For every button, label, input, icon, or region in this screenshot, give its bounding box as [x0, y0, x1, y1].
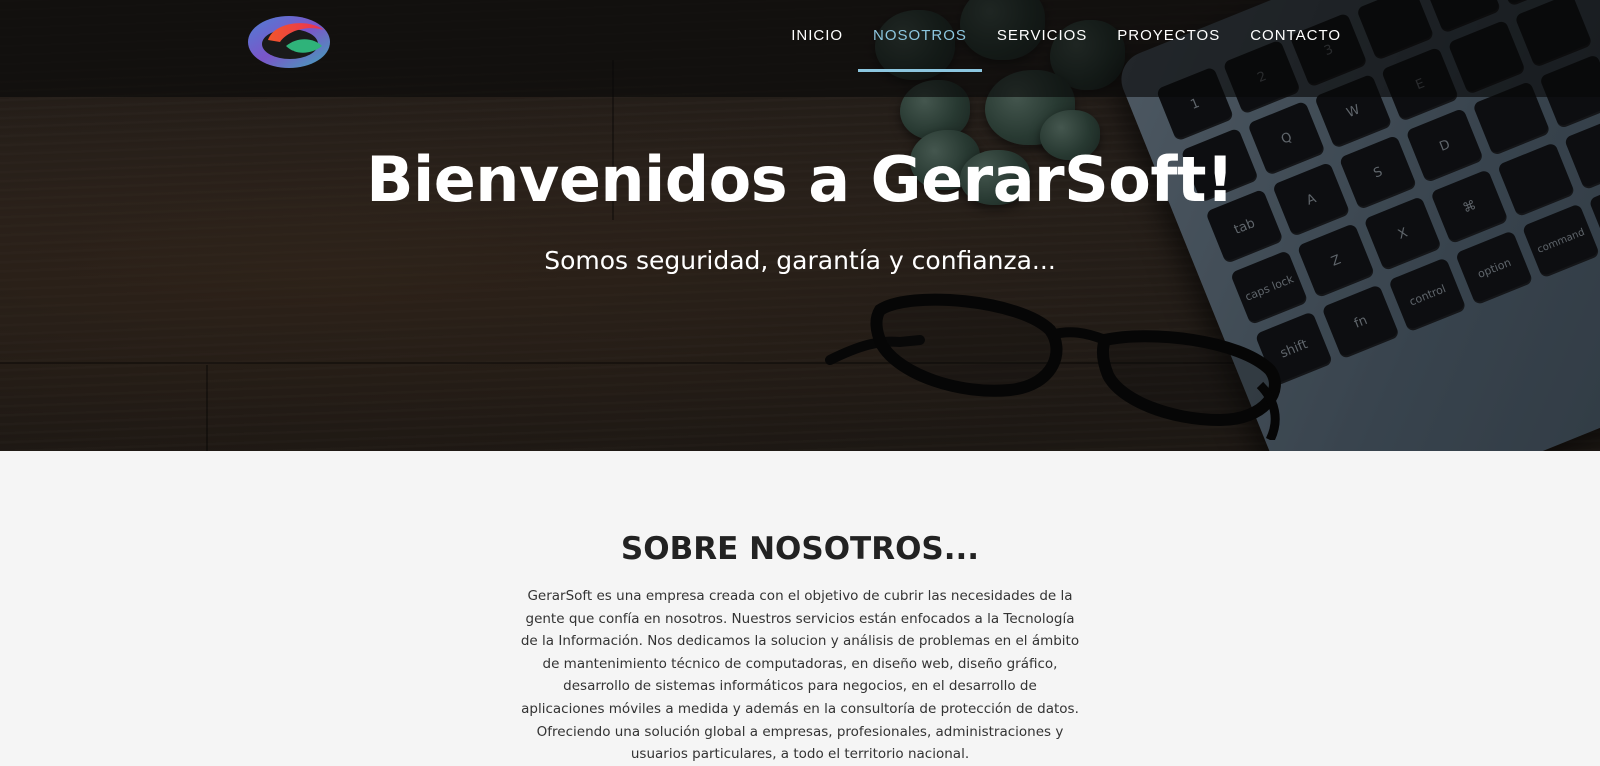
hero-title: Bienvenidos a GerarSoft! — [366, 143, 1234, 216]
nav-item-proyectos[interactable]: PROYECTOS — [1102, 0, 1235, 72]
nav-item-nosotros[interactable]: NOSOTROS — [858, 0, 982, 72]
about-description: GerarSoft es una empresa creada con el o… — [520, 588, 1080, 763]
hero-subtitle: Somos seguridad, garantía y confianza... — [544, 246, 1056, 275]
about-section: SOBRE NOSOTROS... GerarSoft es una empre… — [0, 451, 1600, 762]
about-title: SOBRE NOSOTROS... — [620, 531, 980, 567]
hero-section: 1 2 3 ~ Q W E tab A S D caps lock Z X ⌘ … — [0, 0, 1600, 451]
nav-item-servicios[interactable]: SERVICIOS — [982, 0, 1102, 72]
nav-item-inicio[interactable]: INICIO — [776, 0, 858, 72]
main-nav: INICIO NOSOTROS SERVICIOS PROYECTOS CONT… — [776, 0, 1356, 72]
gerarsoft-logo[interactable] — [246, 14, 332, 70]
hero-text: Bienvenidos a GerarSoft! Somos seguridad… — [0, 140, 1600, 278]
navbar: INICIO NOSOTROS SERVICIOS PROYECTOS CONT… — [0, 0, 1600, 97]
nav-item-contacto[interactable]: CONTACTO — [1235, 0, 1356, 72]
